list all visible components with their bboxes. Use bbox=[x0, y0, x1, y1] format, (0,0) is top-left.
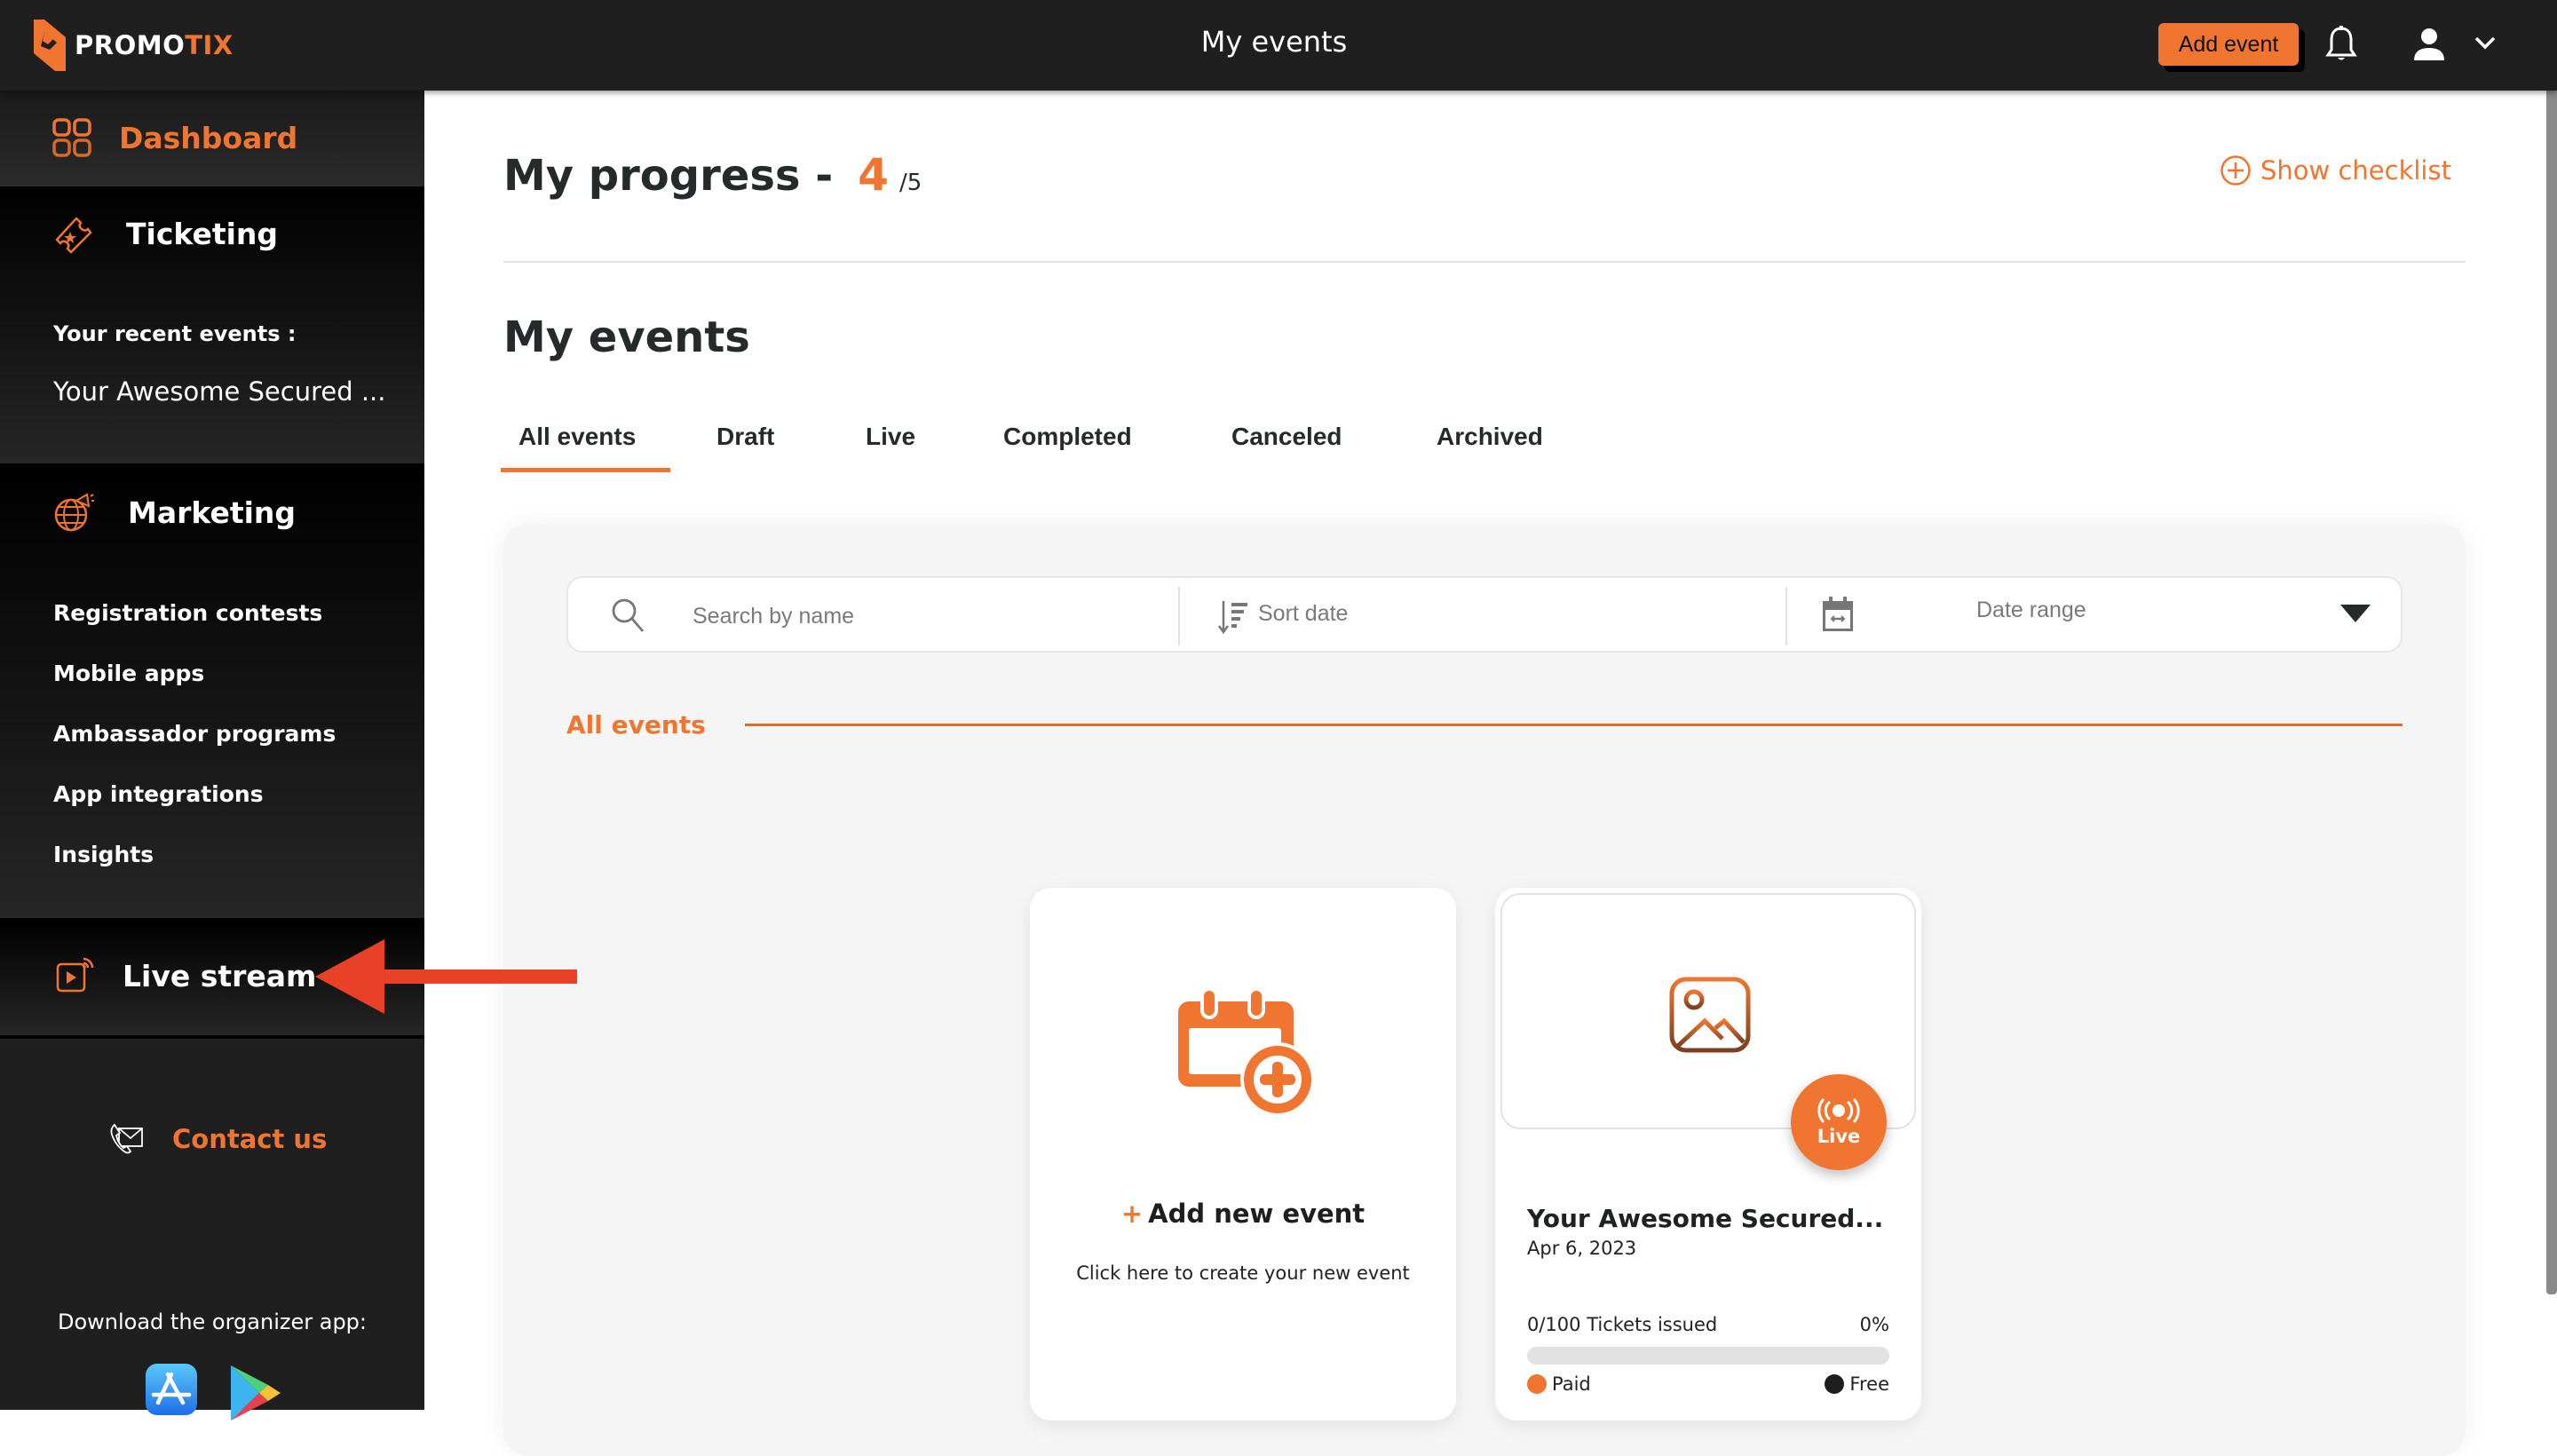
phone-mail-icon bbox=[110, 1123, 143, 1154]
page-scrollbar[interactable] bbox=[2546, 71, 2557, 1294]
live-status-badge: Live bbox=[1791, 1074, 1887, 1170]
sidebar-section-ticketing: Ticketing Your recent events : Your Awes… bbox=[0, 186, 424, 463]
active-tab-indicator bbox=[501, 468, 670, 472]
top-bar: PROMOTIX My events Add event bbox=[0, 0, 2557, 91]
tab-live[interactable]: Live bbox=[866, 423, 915, 451]
tickets-percent: 0% bbox=[1859, 1314, 1889, 1335]
sidebar: Dashboard Ticketing Your recent events :… bbox=[0, 91, 424, 1420]
progress-total: /5 bbox=[899, 170, 922, 196]
sidebar-section-marketing: Marketing Registration contests Mobile a… bbox=[0, 465, 424, 918]
ticket-icon bbox=[55, 217, 92, 254]
contact-us-link[interactable]: Contact us bbox=[108, 1122, 327, 1156]
main-content: My progress - 4 /5 Show checklist My eve… bbox=[424, 91, 2543, 1456]
caret-down-icon bbox=[2340, 605, 2371, 622]
sort-descending-icon bbox=[1217, 601, 1247, 635]
event-date: Apr 6, 2023 bbox=[1527, 1238, 1637, 1259]
sidebar-live-stream-row[interactable]: Live stream bbox=[55, 955, 316, 996]
legend-paid: Paid bbox=[1527, 1373, 1591, 1395]
sidebar-live-stream-label: Live stream bbox=[123, 958, 317, 993]
chevron-down-icon[interactable] bbox=[2474, 34, 2497, 51]
tickets-progress-bar bbox=[1527, 1347, 1889, 1365]
events-panel: Sort date Date range All event bbox=[503, 524, 2466, 1456]
date-range-dropdown[interactable]: Date range bbox=[1787, 578, 2403, 654]
live-stream-icon bbox=[56, 957, 94, 993]
sidebar-item-registration-contests[interactable]: Registration contests bbox=[53, 600, 322, 626]
legend-paid-label: Paid bbox=[1552, 1373, 1591, 1395]
broadcast-icon bbox=[1817, 1097, 1860, 1124]
plus-icon: + bbox=[1120, 1199, 1144, 1229]
event-card[interactable]: Live Your Awesome Secured... Apr 6, 2023… bbox=[1495, 888, 1921, 1420]
recent-event-link[interactable]: Your Awesome Secured ... bbox=[53, 376, 386, 407]
sidebar-item-mobile-apps[interactable]: Mobile apps bbox=[53, 661, 204, 686]
plus-circle-icon bbox=[2221, 155, 2251, 186]
legend-free-label: Free bbox=[1849, 1373, 1889, 1395]
sort-date-label: Sort date bbox=[1258, 601, 1349, 626]
sidebar-marketing-label: Marketing bbox=[128, 495, 297, 530]
add-new-event-title: + Add new event bbox=[1030, 1199, 1456, 1229]
user-icon[interactable] bbox=[2411, 27, 2448, 62]
app-store-icon[interactable] bbox=[146, 1364, 197, 1415]
show-checklist-button[interactable]: Show checklist bbox=[2220, 154, 2451, 186]
event-title: Your Awesome Secured... bbox=[1527, 1204, 1884, 1233]
date-range-label: Date range bbox=[1976, 597, 2086, 622]
sidebar-divider bbox=[0, 1035, 424, 1039]
progress-title-text: My progress - bbox=[503, 151, 834, 201]
sidebar-item-app-integrations[interactable]: App integrations bbox=[53, 781, 264, 807]
filter-bar: Sort date Date range bbox=[566, 576, 2403, 653]
tab-draft[interactable]: Draft bbox=[716, 423, 774, 451]
store-icons bbox=[146, 1364, 282, 1422]
paid-dot-icon bbox=[1527, 1374, 1547, 1394]
legend-free: Free bbox=[1825, 1373, 1889, 1395]
sort-date-control[interactable]: Sort date bbox=[1203, 578, 1523, 654]
bell-icon[interactable] bbox=[2323, 25, 2359, 64]
sidebar-ticketing-label: Ticketing bbox=[126, 216, 279, 251]
sidebar-item-ambassador-programs[interactable]: Ambassador programs bbox=[53, 721, 336, 747]
all-events-section-label: All events bbox=[566, 710, 706, 740]
add-new-event-subtitle: Click here to create your new event bbox=[1076, 1262, 1410, 1284]
filter-separator bbox=[1178, 587, 1180, 645]
add-event-button[interactable]: Add event bbox=[2158, 23, 2299, 66]
progress-heading: My progress - 4 /5 bbox=[503, 149, 922, 201]
google-play-icon[interactable] bbox=[227, 1364, 282, 1422]
tab-archived[interactable]: Archived bbox=[1437, 423, 1543, 451]
section-divider bbox=[503, 261, 2466, 263]
annotation-arrow bbox=[315, 939, 577, 1014]
search-input[interactable] bbox=[693, 594, 1154, 638]
calendar-range-icon bbox=[1823, 597, 1853, 631]
tab-canceled[interactable]: Canceled bbox=[1231, 423, 1342, 451]
globe-megaphone-icon bbox=[54, 493, 94, 532]
live-badge-label: Live bbox=[1817, 1126, 1861, 1147]
dashboard-grid-icon bbox=[52, 118, 91, 157]
sidebar-dashboard-label: Dashboard bbox=[119, 120, 298, 155]
contact-us-label: Contact us bbox=[172, 1124, 328, 1154]
recent-events-label: Your recent events : bbox=[53, 321, 297, 346]
tab-completed[interactable]: Completed bbox=[1003, 423, 1132, 451]
my-events-heading: My events bbox=[503, 313, 750, 362]
show-checklist-label: Show checklist bbox=[2260, 155, 2451, 186]
tickets-issued-text: 0/100 Tickets issued bbox=[1527, 1314, 1718, 1335]
image-placeholder-icon bbox=[1669, 977, 1751, 1053]
sidebar-item-dashboard[interactable]: Dashboard bbox=[0, 91, 424, 186]
progress-current: 4 bbox=[858, 149, 889, 201]
sidebar-item-ticketing[interactable]: Ticketing bbox=[51, 213, 278, 254]
section-line bbox=[745, 724, 2403, 726]
calendar-plus-icon bbox=[1178, 987, 1315, 1117]
sidebar-item-insights[interactable]: Insights bbox=[53, 842, 154, 867]
free-dot-icon bbox=[1825, 1374, 1845, 1394]
search-icon bbox=[612, 598, 645, 632]
sidebar-item-marketing[interactable]: Marketing bbox=[53, 492, 296, 533]
add-new-event-label: Add new event bbox=[1148, 1199, 1366, 1229]
sidebar-dashboard-row[interactable]: Dashboard bbox=[51, 117, 297, 158]
tab-all-events[interactable]: All events bbox=[519, 423, 636, 451]
add-new-event-card[interactable]: + Add new event Click here to create your… bbox=[1030, 888, 1456, 1420]
download-app-label: Download the organizer app: bbox=[57, 1310, 367, 1334]
